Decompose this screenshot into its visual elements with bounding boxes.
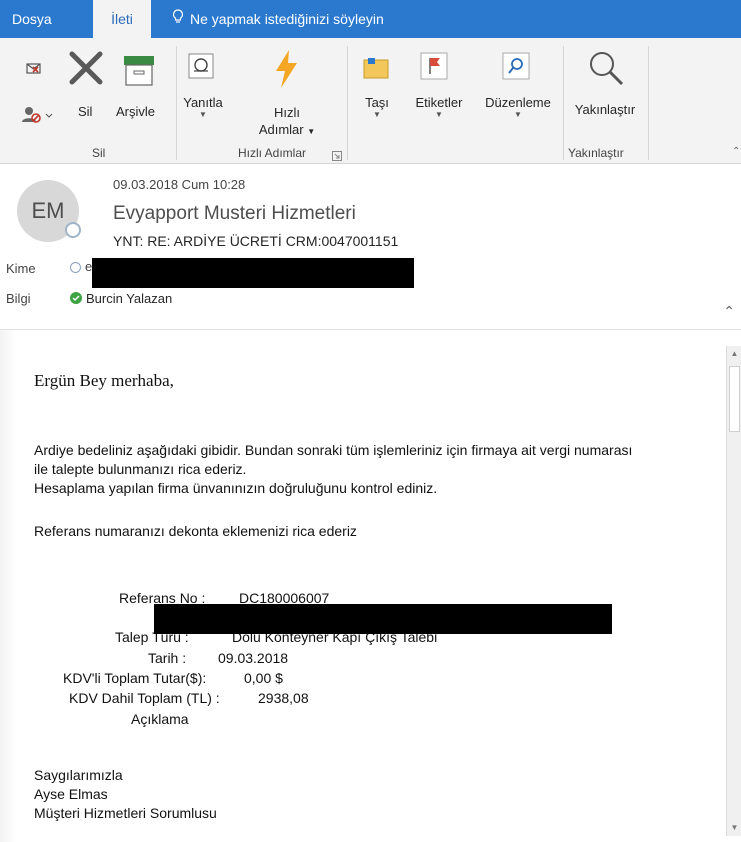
delete-button[interactable]: Sil: [78, 104, 92, 119]
redaction-bar: [154, 604, 612, 634]
ribbon-separator: [347, 46, 348, 160]
quick-steps-label-2: Adımlar ▼: [258, 122, 316, 137]
body-line: Ardiye bedeliniz aşağıdaki gibidir. Bund…: [34, 442, 633, 458]
ribbon-separator: [648, 46, 649, 160]
tab-ileti[interactable]: İleti: [93, 0, 151, 38]
group-label-yakinlastir: Yakınlaştır: [568, 146, 624, 160]
ribbon-separator: [563, 46, 564, 160]
archive-icon[interactable]: [122, 54, 156, 93]
body-paragraph-1: Ardiye bedeliniz aşağıdaki gibidir. Bund…: [34, 441, 724, 498]
sender-name[interactable]: Evyapport Musteri Hizmetleri: [113, 203, 356, 225]
tarih-value: 09.03.2018: [218, 650, 289, 666]
move-button[interactable]: Taşı ▼: [360, 95, 394, 119]
kdvdahil-label: KDV Dahil Toplam (TL) :: [69, 690, 220, 706]
quick-steps-label-1: Hızlı: [274, 105, 300, 120]
tags-button[interactable]: Etiketler ▼: [411, 95, 467, 119]
tell-me-text: Ne yapmak istediğinizi söyleyin: [190, 11, 384, 27]
editing-button[interactable]: Düzenleme ▼: [478, 95, 558, 119]
check-icon: [70, 292, 82, 304]
zoom-icon[interactable]: [586, 48, 626, 93]
reply-label: Yanıtla: [183, 95, 223, 110]
tab-dosya[interactable]: Dosya: [12, 0, 52, 38]
dialog-launcher-icon[interactable]: [332, 148, 342, 166]
zoom-button[interactable]: Yakınlaştır: [568, 102, 642, 117]
chevron-down-icon: ▼: [373, 110, 381, 119]
body-left-shadow: [0, 330, 16, 842]
cc-recipient[interactable]: Burcin Yalazan: [86, 291, 172, 306]
greeting: Ergün Bey merhaba,: [34, 371, 174, 390]
recipient-presence-icon: [70, 262, 81, 273]
kdvli-label: KDV'li Toplam Tutar($):: [63, 670, 207, 686]
archive-button[interactable]: Arşivle: [116, 104, 155, 119]
collapse-ribbon-icon[interactable]: ⌃: [732, 146, 740, 157]
aciklama-label: Açıklama: [131, 711, 189, 727]
tarih-label: Tarih :: [148, 650, 187, 666]
ribbon: Sil Arşivle Sil Yanıtla ▼ Hızlı Adımlar …: [0, 38, 741, 164]
group-label-hizli: Hızlı Adımlar: [238, 146, 307, 160]
scroll-thumb[interactable]: [729, 366, 740, 432]
junk-icon[interactable]: [22, 106, 54, 129]
quick-steps-icon[interactable]: [273, 50, 299, 93]
ignore-icon[interactable]: [24, 58, 44, 81]
message-body: Ergün Bey merhaba, Ardiye bedeliniz aşağ…: [18, 336, 724, 842]
chevron-down-icon: ▼: [199, 110, 207, 119]
chevron-down-icon: ▼: [514, 110, 522, 119]
tell-me-search[interactable]: Ne yapmak istediğinizi söyleyin: [172, 0, 384, 38]
body-paragraph-2: Referans numaranızı dekonta eklemenizi r…: [34, 523, 357, 539]
scroll-up-icon[interactable]: ▲: [727, 346, 741, 362]
quick-steps-button[interactable]: Hızlı Adımlar ▼: [252, 104, 322, 140]
vertical-scrollbar[interactable]: ▲ ▼: [726, 346, 741, 836]
message-date: 09.03.2018 Cum 10:28: [113, 177, 246, 192]
signature-line: Müşteri Hizmetleri Sorumlusu: [34, 805, 217, 821]
cc-label: Bilgi: [6, 291, 31, 306]
ribbon-tab-bar: Dosya İleti Ne yapmak istediğinizi söyle…: [0, 0, 741, 38]
move-icon[interactable]: [362, 54, 390, 85]
delete-icon[interactable]: [68, 50, 104, 91]
scroll-down-icon[interactable]: ▼: [727, 820, 741, 836]
ribbon-separator: [176, 46, 177, 160]
tags-icon[interactable]: [420, 52, 448, 85]
signature: Saygılarımızla Ayse Elmas Müşteri Hizmet…: [34, 766, 724, 823]
kdvli-value: 0,00 $: [244, 670, 283, 686]
quick-steps-label-2-text: Adımlar: [258, 122, 304, 137]
expand-header-icon[interactable]: ⌃: [723, 303, 735, 320]
editing-icon[interactable]: [502, 52, 530, 85]
reply-button[interactable]: Yanıtla ▼: [181, 95, 225, 119]
body-line: ile talepte bulunmanızı rica ederiz.: [34, 461, 247, 477]
body-line: Hesaplama yapılan firma ünvanınızın doğr…: [34, 480, 438, 496]
signature-line: Ayse Elmas: [34, 786, 108, 802]
group-label-sil: Sil: [92, 146, 106, 160]
editing-label: Düzenleme: [485, 95, 551, 110]
message-subject: YNT: RE: ARDİYE ÜCRETİ CRM:0047001151: [113, 233, 399, 249]
chevron-down-icon: ▼: [435, 110, 443, 119]
reply-icon[interactable]: [188, 53, 214, 84]
kdvdahil-value: 2938,08: [258, 690, 309, 706]
tags-label: Etiketler: [415, 95, 463, 110]
to-label: Kime: [6, 261, 36, 276]
lightbulb-icon: [172, 0, 184, 38]
signature-line: Saygılarımızla: [34, 767, 123, 783]
redaction-bar: [92, 258, 414, 288]
move-label: Taşı: [365, 95, 389, 110]
presence-indicator: [65, 222, 81, 238]
message-header: EM 09.03.2018 Cum 10:28 Evyapport Muster…: [0, 165, 741, 330]
